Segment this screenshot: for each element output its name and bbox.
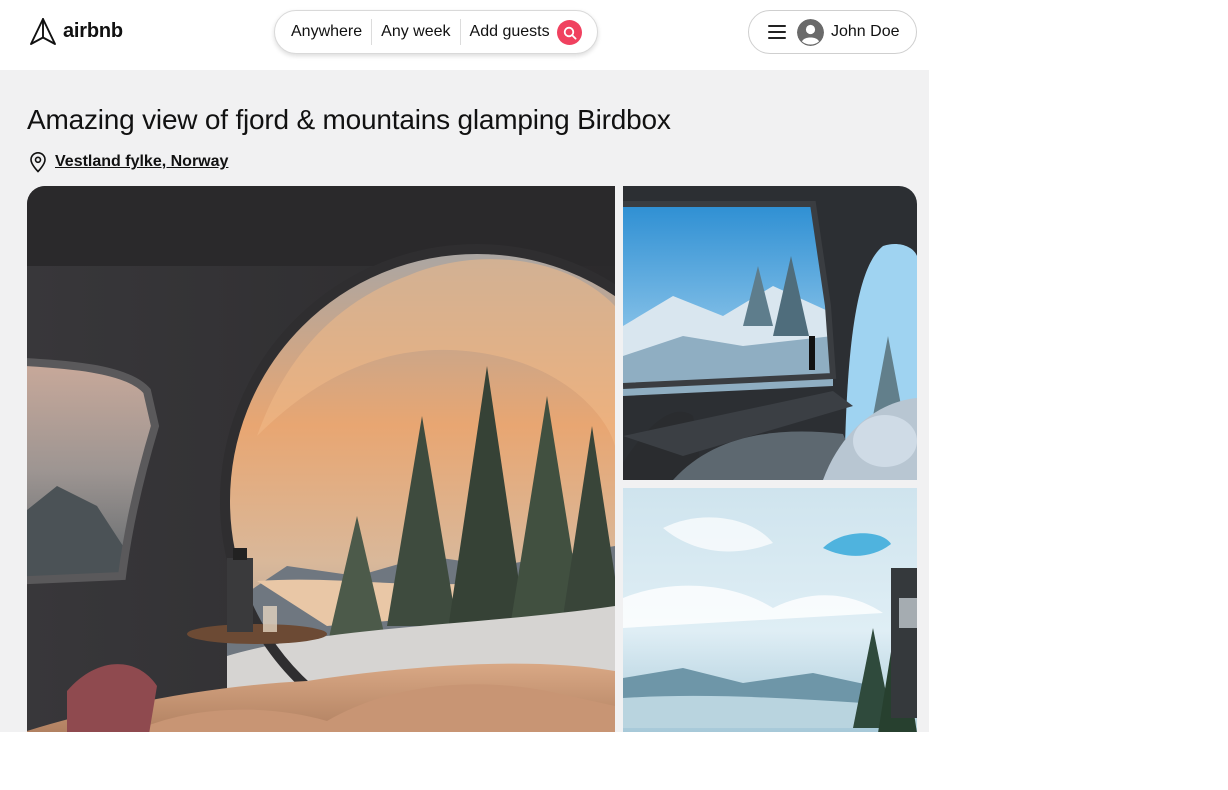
user-menu-button[interactable]: John Doe — [748, 10, 917, 54]
location-link[interactable]: Vestland fylke, Norway — [55, 153, 228, 171]
user-name: John Doe — [831, 23, 900, 40]
search-anywhere-button[interactable]: Anywhere — [291, 23, 362, 41]
search-button[interactable] — [557, 20, 582, 45]
hamburger-icon — [767, 24, 787, 40]
airbnb-logo-icon — [29, 17, 57, 46]
map-pin-icon — [27, 151, 49, 173]
photo-main[interactable] — [27, 186, 615, 732]
search-divider — [371, 19, 373, 45]
site-header: airbnb Anywhere Any week Add guests John… — [0, 0, 929, 70]
search-icon — [563, 26, 577, 40]
search-add-guests-button[interactable]: Add guests — [470, 23, 550, 41]
airbnb-logo[interactable]: airbnb — [29, 17, 123, 46]
search-divider — [459, 19, 461, 45]
listing-location: Vestland fylke, Norway — [27, 151, 228, 173]
search-bar[interactable]: Anywhere Any week Add guests — [274, 10, 598, 54]
logo-text: airbnb — [63, 20, 123, 42]
search-any-week-button[interactable]: Any week — [381, 23, 450, 41]
photo-top-right[interactable] — [623, 186, 917, 480]
listing-title: Amazing view of fjord & mountains glampi… — [27, 104, 671, 135]
listing-content: Amazing view of fjord & mountains glampi… — [0, 70, 929, 732]
photo-bottom-right[interactable] — [623, 488, 917, 732]
user-avatar-icon — [797, 18, 824, 46]
